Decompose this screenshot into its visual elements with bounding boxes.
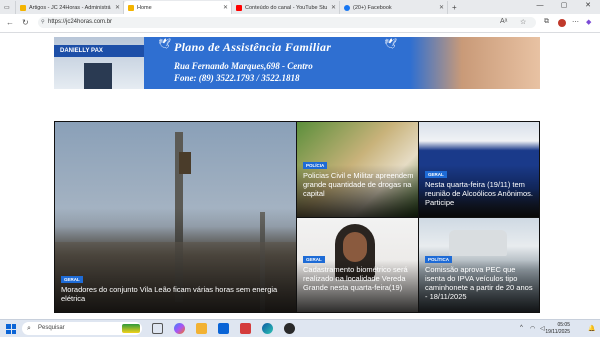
news-card-featured[interactable]: GERAL Moradores do conjunto Vila Leão fi… xyxy=(55,122,296,312)
search-icon: ⌕ xyxy=(27,325,31,332)
tab-label: Home xyxy=(137,4,152,11)
url-text: https://jc24horas.com.br xyxy=(48,19,113,25)
copilot-icon[interactable]: ◆ xyxy=(586,18,591,26)
close-tab-icon[interactable]: ✕ xyxy=(223,4,228,11)
store-sign: DANIELLY PAX xyxy=(54,45,144,57)
close-tab-icon[interactable]: ✕ xyxy=(331,4,336,11)
favorite-star-icon[interactable]: ☆ xyxy=(520,18,526,26)
address-bar[interactable]: ⚲ https://jc24horas.com.br xyxy=(38,17,536,28)
news-headline[interactable]: Cadastramento biométrico será realizado … xyxy=(303,265,415,292)
browser-toolbar: ← ↻ ⚲ https://jc24horas.com.br Aᵃ ☆ ⧉ ⋯ … xyxy=(0,14,600,33)
close-window-button[interactable]: ✕ xyxy=(576,0,600,12)
edge-browser-icon[interactable] xyxy=(262,323,273,334)
news-card[interactable]: POLÍTICA Comissão aprova PEC que isenta … xyxy=(419,218,539,312)
category-badge[interactable]: GERAL xyxy=(425,171,447,178)
tab-facebook[interactable]: (20+) Facebook ✕ xyxy=(340,1,448,14)
tab-label: Artigos - JC 24Horas - Administrá xyxy=(29,4,111,11)
jc24-favicon-icon xyxy=(20,4,26,11)
facebook-favicon-icon xyxy=(344,4,350,11)
news-card[interactable]: GERAL Nesta quarta-feira (19/11) tem reu… xyxy=(419,122,539,217)
windows-start-icon[interactable] xyxy=(6,324,16,334)
tab-actions-button[interactable]: ▭ xyxy=(0,1,16,14)
tab-label: (20+) Facebook xyxy=(353,4,392,11)
whatsapp-icon[interactable] xyxy=(284,323,295,334)
taskbar-search[interactable]: ⌕ Pesquisar xyxy=(22,322,142,335)
extensions-icon[interactable]: ⧉ xyxy=(544,18,549,26)
office-icon[interactable] xyxy=(240,323,251,334)
brazil-flag-icon xyxy=(122,324,140,333)
wifi-icon[interactable]: ◠ xyxy=(530,325,535,332)
news-headline[interactable]: Nesta quarta-feira (19/11) tem reunião d… xyxy=(425,180,537,207)
taskbar: ⌕ Pesquisar ^ ◠ ◁ 05:05 19/11/2025 🔔 xyxy=(0,319,600,337)
banner-address: Rua Fernando Marques,698 - Centro xyxy=(174,61,313,71)
news-card[interactable]: GERAL Cadastramento biométrico será real… xyxy=(297,218,418,312)
minimize-button[interactable]: — xyxy=(528,0,552,12)
maximize-button[interactable]: ▢ xyxy=(552,0,576,12)
tab-label: Conteúdo do canal - YouTube Stu xyxy=(245,4,328,11)
window-controls: — ▢ ✕ xyxy=(528,0,600,12)
more-menu-icon[interactable]: ⋯ xyxy=(572,18,579,26)
reload-icon[interactable]: ↻ xyxy=(22,18,29,27)
search-placeholder: Pesquisar xyxy=(38,325,65,331)
clock-time: 05:05 xyxy=(557,322,570,328)
clock-date: 19/11/2025 xyxy=(545,329,570,335)
back-arrow-icon[interactable]: ← xyxy=(6,18,14,27)
banner-text: Plano de Assistência Familiar Rua Fernan… xyxy=(174,40,331,83)
tab-youtube-studio[interactable]: Conteúdo do canal - YouTube Stu ✕ xyxy=(232,1,340,14)
web-page: DANIELLY PAX 🕊 🕊 Plano de Assistência Fa… xyxy=(0,33,600,319)
news-card[interactable]: POLÍCIA Policias Civil e Militar apreend… xyxy=(297,122,418,217)
close-tab-icon[interactable]: ✕ xyxy=(439,4,444,11)
dove-icon: 🕊 xyxy=(384,39,397,50)
site-info-icon[interactable]: ⚲ xyxy=(41,17,45,28)
family-photo xyxy=(410,37,540,89)
file-explorer-icon[interactable] xyxy=(196,323,207,334)
category-badge[interactable]: GERAL xyxy=(61,276,83,283)
tab-strip: ▭ Artigos - JC 24Horas - Administrá ✕ Ho… xyxy=(0,0,600,14)
youtube-favicon-icon xyxy=(236,4,242,11)
tab-actions-icon: ▭ xyxy=(4,5,10,11)
banner-phone: Fone: (89) 3522.1793 / 3522.1818 xyxy=(174,73,300,83)
store-door xyxy=(84,63,112,89)
ad-banner[interactable]: DANIELLY PAX 🕊 🕊 Plano de Assistência Fa… xyxy=(54,37,540,89)
volume-icon[interactable]: ◁ xyxy=(540,325,545,332)
store-photo: DANIELLY PAX xyxy=(54,37,144,89)
jc24-favicon-icon xyxy=(128,4,134,11)
new-tab-button[interactable]: + xyxy=(452,1,457,14)
close-tab-icon[interactable]: ✕ xyxy=(115,4,120,11)
category-badge[interactable]: POLÍCIA xyxy=(303,162,328,169)
news-headline[interactable]: Comissão aprova PEC que isenta do IPVA v… xyxy=(425,265,537,301)
category-badge[interactable]: GERAL xyxy=(303,256,325,263)
banner-title: Plano de Assistência Familiar xyxy=(174,40,332,54)
news-headline[interactable]: Moradores do conjunto Vila Leão ficam vá… xyxy=(61,285,291,303)
task-view-icon[interactable] xyxy=(152,323,163,334)
system-clock[interactable]: 05:05 19/11/2025 xyxy=(545,322,570,336)
read-aloud-icon[interactable]: Aᵃ xyxy=(500,18,507,25)
news-grid: GERAL Moradores do conjunto Vila Leão fi… xyxy=(54,121,540,313)
profile-avatar[interactable] xyxy=(558,19,566,27)
tab-home[interactable]: Home ✕ xyxy=(124,1,232,14)
tab-artigos[interactable]: Artigos - JC 24Horas - Administrá ✕ xyxy=(16,1,124,14)
chevron-up-icon[interactable]: ^ xyxy=(520,325,523,331)
copilot-app-icon[interactable] xyxy=(174,323,185,334)
outlook-icon[interactable] xyxy=(218,323,229,334)
news-headline[interactable]: Policias Civil e Militar apreendem grand… xyxy=(303,171,415,198)
category-badge[interactable]: POLÍTICA xyxy=(425,256,452,263)
notifications-icon[interactable]: 🔔 xyxy=(588,325,595,332)
dove-icon: 🕊 xyxy=(158,39,171,50)
